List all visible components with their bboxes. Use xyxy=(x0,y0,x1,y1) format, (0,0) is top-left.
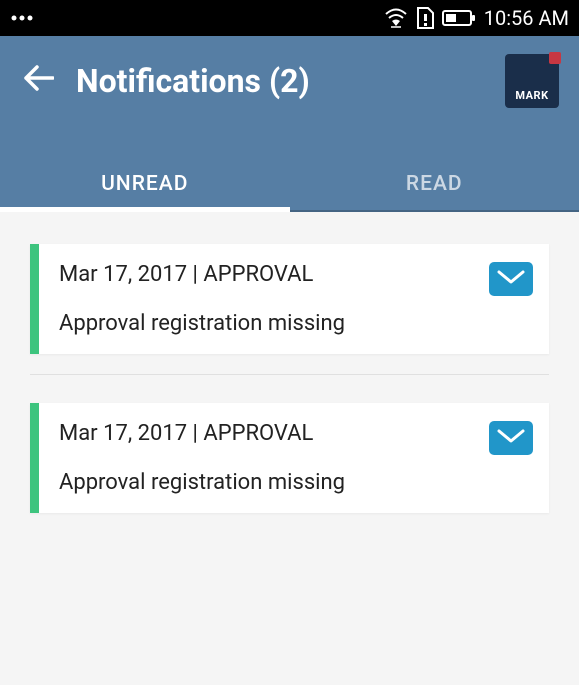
mail-icon[interactable] xyxy=(489,421,533,455)
notifications-list: Mar 17, 2017 | APPROVAL Approval registr… xyxy=(0,212,579,553)
status-bar: 10:56 AM xyxy=(0,0,579,36)
status-right: 10:56 AM xyxy=(384,6,569,30)
menu-dots-icon xyxy=(10,14,34,22)
card-date: Mar 17, 2017 xyxy=(59,421,187,446)
unread-stripe xyxy=(30,403,39,513)
notification-card[interactable]: Mar 17, 2017 | APPROVAL Approval registr… xyxy=(30,403,549,513)
card-meta: Mar 17, 2017 | APPROVAL xyxy=(59,421,469,446)
card-category: APPROVAL xyxy=(203,421,313,446)
notification-card[interactable]: Mar 17, 2017 | APPROVAL Approval registr… xyxy=(30,244,549,354)
card-content: Mar 17, 2017 | APPROVAL Approval registr… xyxy=(39,403,489,513)
sim-alert-icon xyxy=(416,7,434,29)
tab-read[interactable]: READ xyxy=(290,156,579,212)
header-top: Notifications (2) MARK xyxy=(0,36,579,126)
back-arrow-icon[interactable] xyxy=(20,61,58,102)
card-meta: Mar 17, 2017 | APPROVAL xyxy=(59,262,469,287)
status-time: 10:56 AM xyxy=(484,6,569,30)
card-content: Mar 17, 2017 | APPROVAL Approval registr… xyxy=(39,244,489,354)
unread-stripe xyxy=(30,244,39,354)
card-message: Approval registration missing xyxy=(59,470,469,495)
card-separator: | xyxy=(187,421,203,446)
card-icon-wrapper xyxy=(489,403,549,513)
card-separator: | xyxy=(187,262,203,287)
brand-logo[interactable]: MARK xyxy=(505,54,559,108)
status-left xyxy=(10,14,34,22)
card-message: Approval registration missing xyxy=(59,311,469,336)
battery-icon xyxy=(442,9,476,27)
divider xyxy=(30,374,549,375)
page-title: Notifications (2) xyxy=(76,62,505,100)
card-date: Mar 17, 2017 xyxy=(59,262,187,287)
wifi-icon xyxy=(384,8,408,28)
brand-logo-text: MARK xyxy=(515,89,548,102)
card-category: APPROVAL xyxy=(203,262,313,287)
tabs: UNREAD READ xyxy=(0,156,579,212)
tab-unread[interactable]: UNREAD xyxy=(0,156,290,212)
mail-icon[interactable] xyxy=(489,262,533,296)
app-header: Notifications (2) MARK UNREAD READ xyxy=(0,36,579,212)
card-icon-wrapper xyxy=(489,244,549,354)
